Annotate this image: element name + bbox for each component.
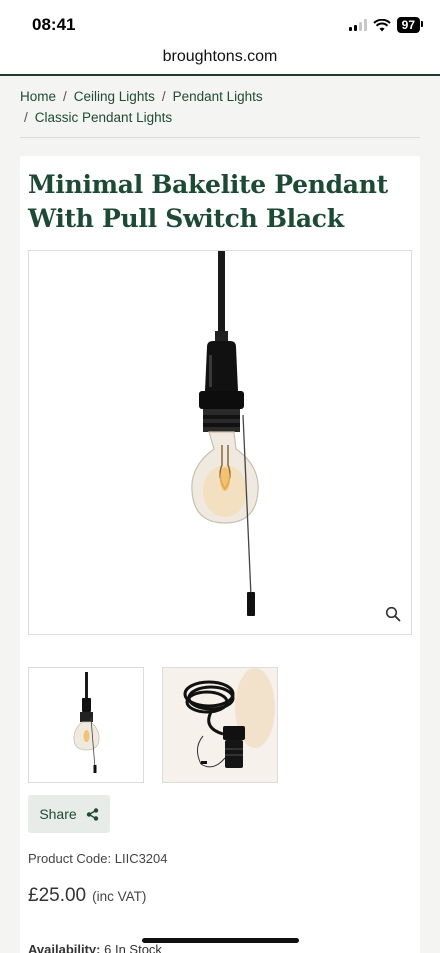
price-row: £25.00 (inc VAT) — [28, 885, 146, 907]
availability-label: Availability: — [28, 942, 101, 953]
product-title-line2: With Pull Switch Black — [28, 204, 344, 233]
breadcrumb-classic-pendant-lights[interactable]: Classic Pendant Lights — [35, 110, 172, 125]
magnifier-icon[interactable] — [385, 606, 401, 622]
breadcrumb-separator: / — [63, 89, 67, 104]
breadcrumb-pendant-lights[interactable]: Pendant Lights — [173, 89, 263, 104]
home-indicator — [142, 938, 299, 943]
product-title-line1: Minimal Bakelite Pendant — [28, 170, 388, 199]
battery-indicator: 97 — [396, 17, 424, 33]
url-text: broughtons.com — [162, 48, 278, 65]
signal-icon — [348, 19, 367, 31]
breadcrumb-home[interactable]: Home — [20, 89, 56, 104]
breadcrumb-separator: / — [161, 89, 166, 104]
address-bar[interactable]: broughtons.com — [0, 46, 440, 76]
pendant-bulb-image — [191, 251, 259, 616]
product-price: £25.00 — [28, 885, 87, 906]
wifi-icon — [372, 18, 391, 31]
status-time: 08:41 — [32, 15, 76, 34]
vat-note: (inc VAT) — [92, 889, 147, 904]
product-code: Product Code: LIIC3204 — [28, 851, 168, 866]
share-button[interactable]: Share — [28, 795, 110, 833]
status-icons: 97 — [348, 17, 424, 33]
breadcrumb-divider — [20, 137, 420, 138]
breadcrumb-ceiling-lights[interactable]: Ceiling Lights — [74, 89, 155, 104]
availability: Availability: 6 In Stock — [28, 942, 162, 953]
thumbnail-cable-coil[interactable] — [162, 667, 278, 783]
breadcrumb-separator: / — [24, 110, 28, 125]
pendant-thumbnail-image — [73, 672, 100, 773]
product-main-image[interactable] — [28, 250, 412, 635]
product-code-value: LIIC3204 — [114, 851, 168, 866]
availability-value: 6 In Stock — [104, 942, 162, 953]
product-card: Minimal Bakelite Pendant With Pull Switc… — [20, 156, 420, 953]
share-icon — [86, 807, 98, 821]
cable-coil-thumbnail-image — [163, 668, 277, 782]
status-bar: 08:41 97 — [0, 0, 440, 46]
product-code-label: Product Code: — [28, 851, 112, 866]
share-label: Share — [39, 806, 77, 822]
breadcrumb: Home / Ceiling Lights / Pendant Lights / Clas… — [0, 76, 440, 128]
product-title: Minimal Bakelite Pendant With Pull Switc… — [28, 168, 408, 236]
thumbnail-pendant[interactable] — [28, 667, 144, 783]
